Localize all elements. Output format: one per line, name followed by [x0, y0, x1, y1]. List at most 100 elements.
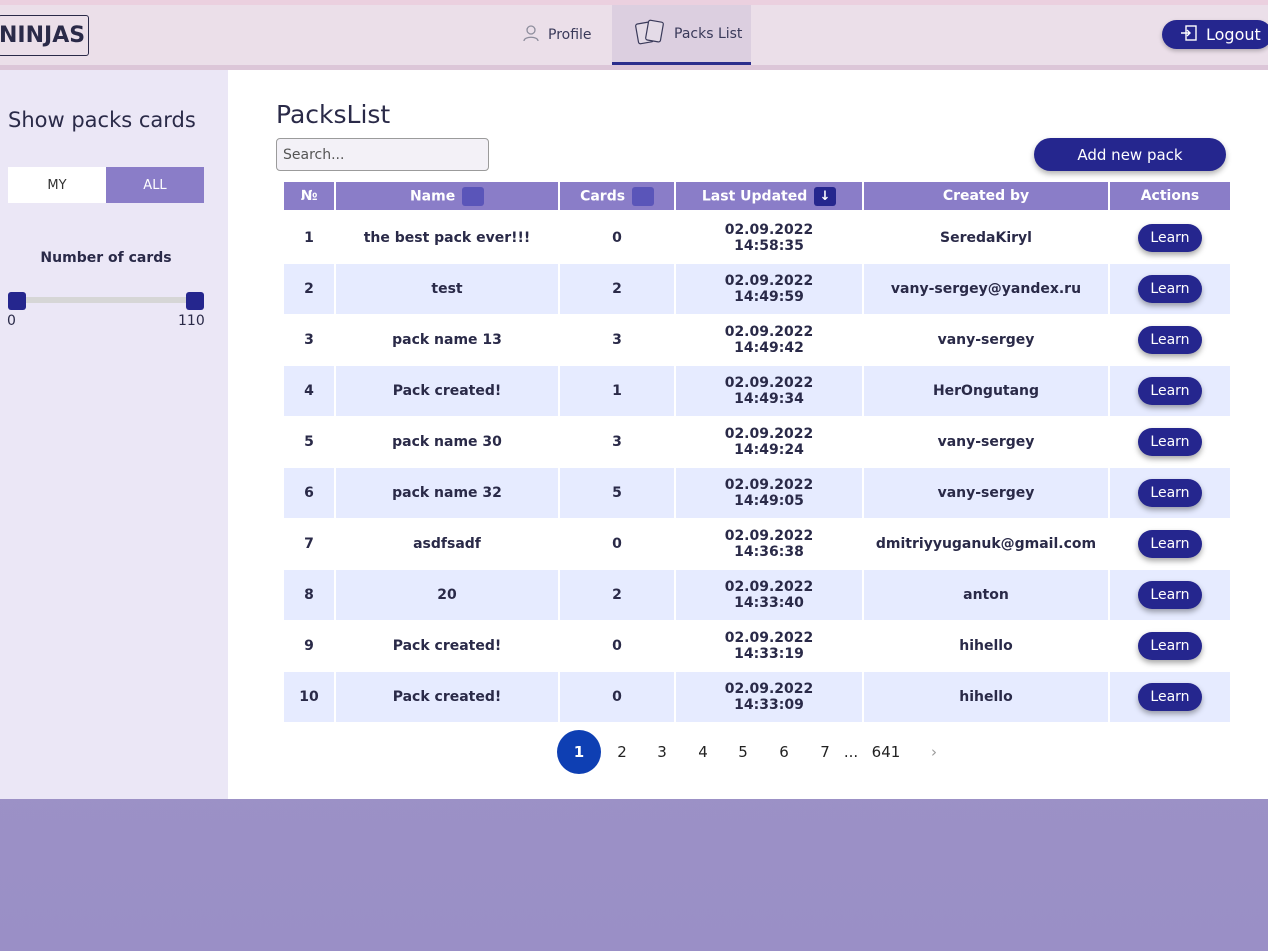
cell-number: 4 [284, 366, 334, 417]
page-current[interactable]: 1 [557, 730, 601, 774]
page-link[interactable]: 4 [691, 730, 715, 774]
updated-time: 14:49:24 [734, 442, 804, 458]
sort-cards-toggle[interactable] [631, 186, 654, 206]
logout-button[interactable]: Logout [1162, 20, 1268, 49]
updated-time: 14:49:42 [734, 340, 804, 356]
cell-cards-count: 0 [560, 621, 674, 672]
updated-time: 14:33:40 [734, 595, 804, 611]
cell-number: 8 [284, 570, 334, 621]
learn-button[interactable]: Learn [1138, 275, 1202, 303]
cards-icon [634, 18, 666, 50]
col-cards[interactable]: Cards [560, 182, 674, 213]
updated-date: 02.09.2022 [724, 681, 814, 697]
cell-created-by: vany-sergey [864, 468, 1108, 519]
cell-number: 2 [284, 264, 334, 315]
cell-pack-name[interactable]: test [336, 264, 558, 315]
owner-toggle: MY ALL [8, 167, 204, 203]
add-new-pack-button[interactable]: Add new pack [1034, 138, 1226, 171]
packs-table: № Name Cards Last Updated ↓ Created by A… [282, 182, 1232, 723]
filter-sidebar: Show packs cards MY ALL Number of cards … [0, 70, 228, 799]
sidebar-title: Show packs cards [8, 108, 196, 132]
range-max-handle[interactable] [186, 292, 204, 310]
cell-pack-name[interactable]: Pack created! [336, 621, 558, 672]
learn-button[interactable]: Learn [1138, 479, 1202, 507]
cell-cards-count: 0 [560, 213, 674, 264]
col-name[interactable]: Name [336, 182, 558, 213]
range-min-value: 0 [7, 313, 16, 329]
cell-number: 6 [284, 468, 334, 519]
cell-cards-count: 3 [560, 417, 674, 468]
learn-button[interactable]: Learn [1138, 377, 1202, 405]
nav-profile[interactable]: Profile [522, 5, 592, 65]
logout-icon [1180, 24, 1198, 46]
updated-date: 02.09.2022 [724, 477, 814, 493]
cell-cards-count: 3 [560, 315, 674, 366]
cell-created-by: hihello [864, 672, 1108, 723]
cell-last-updated: 02.09.2022 14:49:34 [676, 366, 862, 417]
cell-created-by: vany-sergey@yandex.ru [864, 264, 1108, 315]
nav-packs-list[interactable]: Packs List [612, 5, 751, 65]
learn-button[interactable]: Learn [1138, 530, 1202, 558]
table-row: 1 the best pack ever!!! 0 02.09.2022 14:58:3… [284, 213, 1230, 264]
col-last-updated[interactable]: Last Updated ↓ [676, 182, 862, 213]
cell-actions: Learn [1110, 264, 1230, 315]
page-link[interactable]: 3 [650, 730, 674, 774]
range-min-handle[interactable] [8, 292, 26, 310]
learn-button[interactable]: Learn [1138, 581, 1202, 609]
learn-button[interactable]: Learn [1138, 428, 1202, 456]
page-link-last[interactable]: 641 [868, 730, 904, 774]
cell-pack-name[interactable]: pack name 13 [336, 315, 558, 366]
updated-time: 14:49:05 [734, 493, 804, 509]
cell-pack-name[interactable]: Pack created! [336, 366, 558, 417]
table-row: 6 pack name 32 5 02.09.2022 14:49:05 vany-ser… [284, 468, 1230, 519]
cell-cards-count: 0 [560, 519, 674, 570]
page-link[interactable]: 7 [813, 730, 837, 774]
cell-pack-name[interactable]: the best pack ever!!! [336, 213, 558, 264]
cell-cards-count: 2 [560, 264, 674, 315]
cell-pack-name[interactable]: asdfsadf [336, 519, 558, 570]
cell-pack-name[interactable]: pack name 30 [336, 417, 558, 468]
app-logo[interactable]: NINJAS [0, 15, 89, 56]
page-link[interactable]: 5 [731, 730, 755, 774]
page-link[interactable]: 2 [610, 730, 634, 774]
sort-down-icon[interactable]: ↓ [814, 186, 837, 206]
toggle-my[interactable]: MY [8, 167, 106, 203]
updated-date: 02.09.2022 [724, 222, 814, 238]
updated-time: 14:33:19 [734, 646, 804, 662]
col-cards-label: Cards [580, 188, 626, 204]
top-header: NINJAS Profile Packs List Logout [0, 0, 1268, 70]
next-page-chevron-icon[interactable]: › [922, 730, 946, 774]
cell-actions: Learn [1110, 366, 1230, 417]
table-row: 10 Pack created! 0 02.09.2022 14:33:09 hihell… [284, 672, 1230, 723]
cell-actions: Learn [1110, 468, 1230, 519]
cell-last-updated: 02.09.2022 14:49:05 [676, 468, 862, 519]
table-header-row: № Name Cards Last Updated ↓ Created by A… [284, 182, 1230, 213]
learn-button[interactable]: Learn [1138, 224, 1202, 252]
toggle-all[interactable]: ALL [106, 167, 204, 203]
pagination: 1 2 3 4 5 6 7 ... 641 › [228, 730, 1268, 774]
cell-cards-count: 1 [560, 366, 674, 417]
cell-pack-name[interactable]: pack name 32 [336, 468, 558, 519]
learn-button[interactable]: Learn [1138, 683, 1202, 711]
cell-pack-name[interactable]: Pack created! [336, 672, 558, 723]
cell-pack-name[interactable]: 20 [336, 570, 558, 621]
col-name-label: Name [409, 188, 456, 204]
nav-packs-label: Packs List [674, 25, 743, 42]
sort-name-toggle[interactable] [462, 186, 485, 206]
learn-button[interactable]: Learn [1138, 632, 1202, 660]
updated-date: 02.09.2022 [724, 375, 814, 391]
page-link[interactable]: 6 [772, 730, 796, 774]
cards-range-track[interactable] [14, 297, 196, 303]
col-created-by-label: Created by [942, 188, 1030, 204]
cell-last-updated: 02.09.2022 14:58:35 [676, 213, 862, 264]
cell-last-updated: 02.09.2022 14:49:24 [676, 417, 862, 468]
table-row: 3 pack name 13 3 02.09.2022 14:49:42 vany-ser… [284, 315, 1230, 366]
search-input[interactable] [276, 138, 489, 171]
cell-number: 7 [284, 519, 334, 570]
cell-last-updated: 02.09.2022 14:49:42 [676, 315, 862, 366]
logout-label: Logout [1206, 25, 1261, 44]
updated-time: 14:49:34 [734, 391, 804, 407]
updated-time: 14:33:09 [734, 697, 804, 713]
learn-button[interactable]: Learn [1138, 326, 1202, 354]
updated-date: 02.09.2022 [724, 273, 814, 289]
